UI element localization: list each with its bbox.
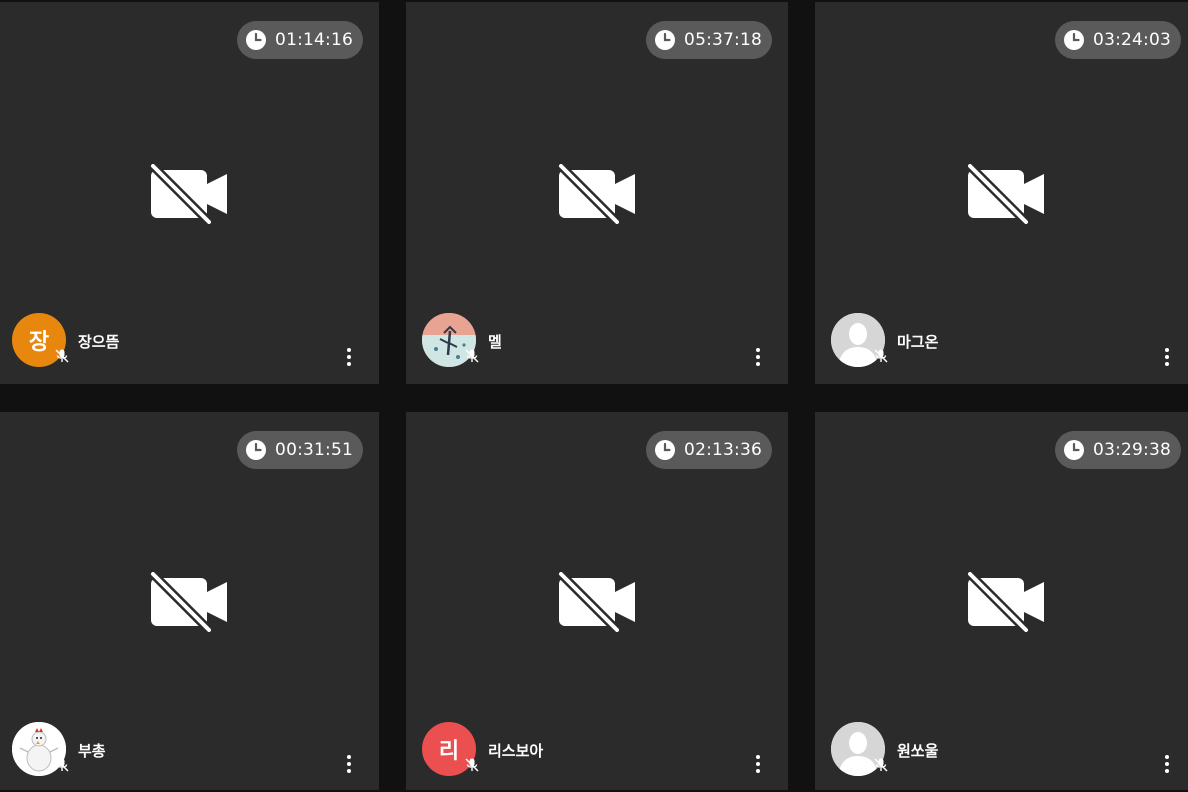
more-vert-icon[interactable] xyxy=(1157,752,1177,776)
more-vert-icon[interactable] xyxy=(339,345,359,369)
participant-tile[interactable]: 05:37:18 멜 xyxy=(406,2,788,384)
timer-text: 03:29:38 xyxy=(1093,440,1171,460)
clock-icon xyxy=(655,440,676,460)
mic-off-icon xyxy=(465,758,479,772)
participant-tile[interactable]: 03:29:38 원쏘울 xyxy=(815,412,1188,790)
mic-off-icon xyxy=(874,349,888,363)
mic-off-icon xyxy=(874,758,888,772)
more-vert-icon[interactable] xyxy=(748,345,768,369)
videocam-off-icon xyxy=(966,164,1044,224)
videocam-off-icon xyxy=(149,572,227,632)
clock-icon xyxy=(1064,440,1085,460)
participant-name: 리스보아 xyxy=(488,742,544,760)
participant-name: 원쏘울 xyxy=(897,742,939,760)
timer-badge: 02:13:36 xyxy=(646,431,772,469)
clock-icon xyxy=(246,440,267,460)
videocam-off-icon xyxy=(557,572,635,632)
participant-tile[interactable]: 01:14:16 장 장으뜸 xyxy=(0,2,379,384)
more-vert-icon[interactable] xyxy=(1157,345,1177,369)
mic-off-icon xyxy=(55,758,69,772)
timer-text: 03:24:03 xyxy=(1093,30,1171,50)
videocam-off-icon xyxy=(149,164,227,224)
participant-grid: 01:14:16 장 장으뜸 05:37:18 멜 03:24:03 마그온 0… xyxy=(0,0,1188,792)
participant-tile[interactable]: 03:24:03 마그온 xyxy=(815,2,1188,384)
timer-badge: 03:24:03 xyxy=(1055,21,1181,59)
mic-off-icon xyxy=(465,349,479,363)
timer-badge: 03:29:38 xyxy=(1055,431,1181,469)
timer-text: 01:14:16 xyxy=(275,30,353,50)
participant-name: 마그온 xyxy=(897,333,939,351)
timer-badge: 01:14:16 xyxy=(237,21,363,59)
clock-icon xyxy=(246,30,267,50)
clock-icon xyxy=(1064,30,1085,50)
more-vert-icon[interactable] xyxy=(339,752,359,776)
clock-icon xyxy=(655,30,676,50)
participant-tile[interactable]: 00:31:51 부총 xyxy=(0,412,379,790)
timer-text: 05:37:18 xyxy=(684,30,762,50)
timer-text: 02:13:36 xyxy=(684,440,762,460)
videocam-off-icon xyxy=(557,164,635,224)
mic-off-icon xyxy=(55,349,69,363)
videocam-off-icon xyxy=(966,572,1044,632)
timer-badge: 05:37:18 xyxy=(646,21,772,59)
participant-name: 장으뜸 xyxy=(78,333,120,351)
participant-tile[interactable]: 02:13:36 리 리스보아 xyxy=(406,412,788,790)
participant-name: 멜 xyxy=(488,333,502,351)
timer-badge: 00:31:51 xyxy=(237,431,363,469)
avatar-initial: 장 xyxy=(28,330,50,355)
more-vert-icon[interactable] xyxy=(748,752,768,776)
avatar-initial: 리 xyxy=(438,739,460,764)
timer-text: 00:31:51 xyxy=(275,440,353,460)
participant-name: 부총 xyxy=(78,742,106,760)
